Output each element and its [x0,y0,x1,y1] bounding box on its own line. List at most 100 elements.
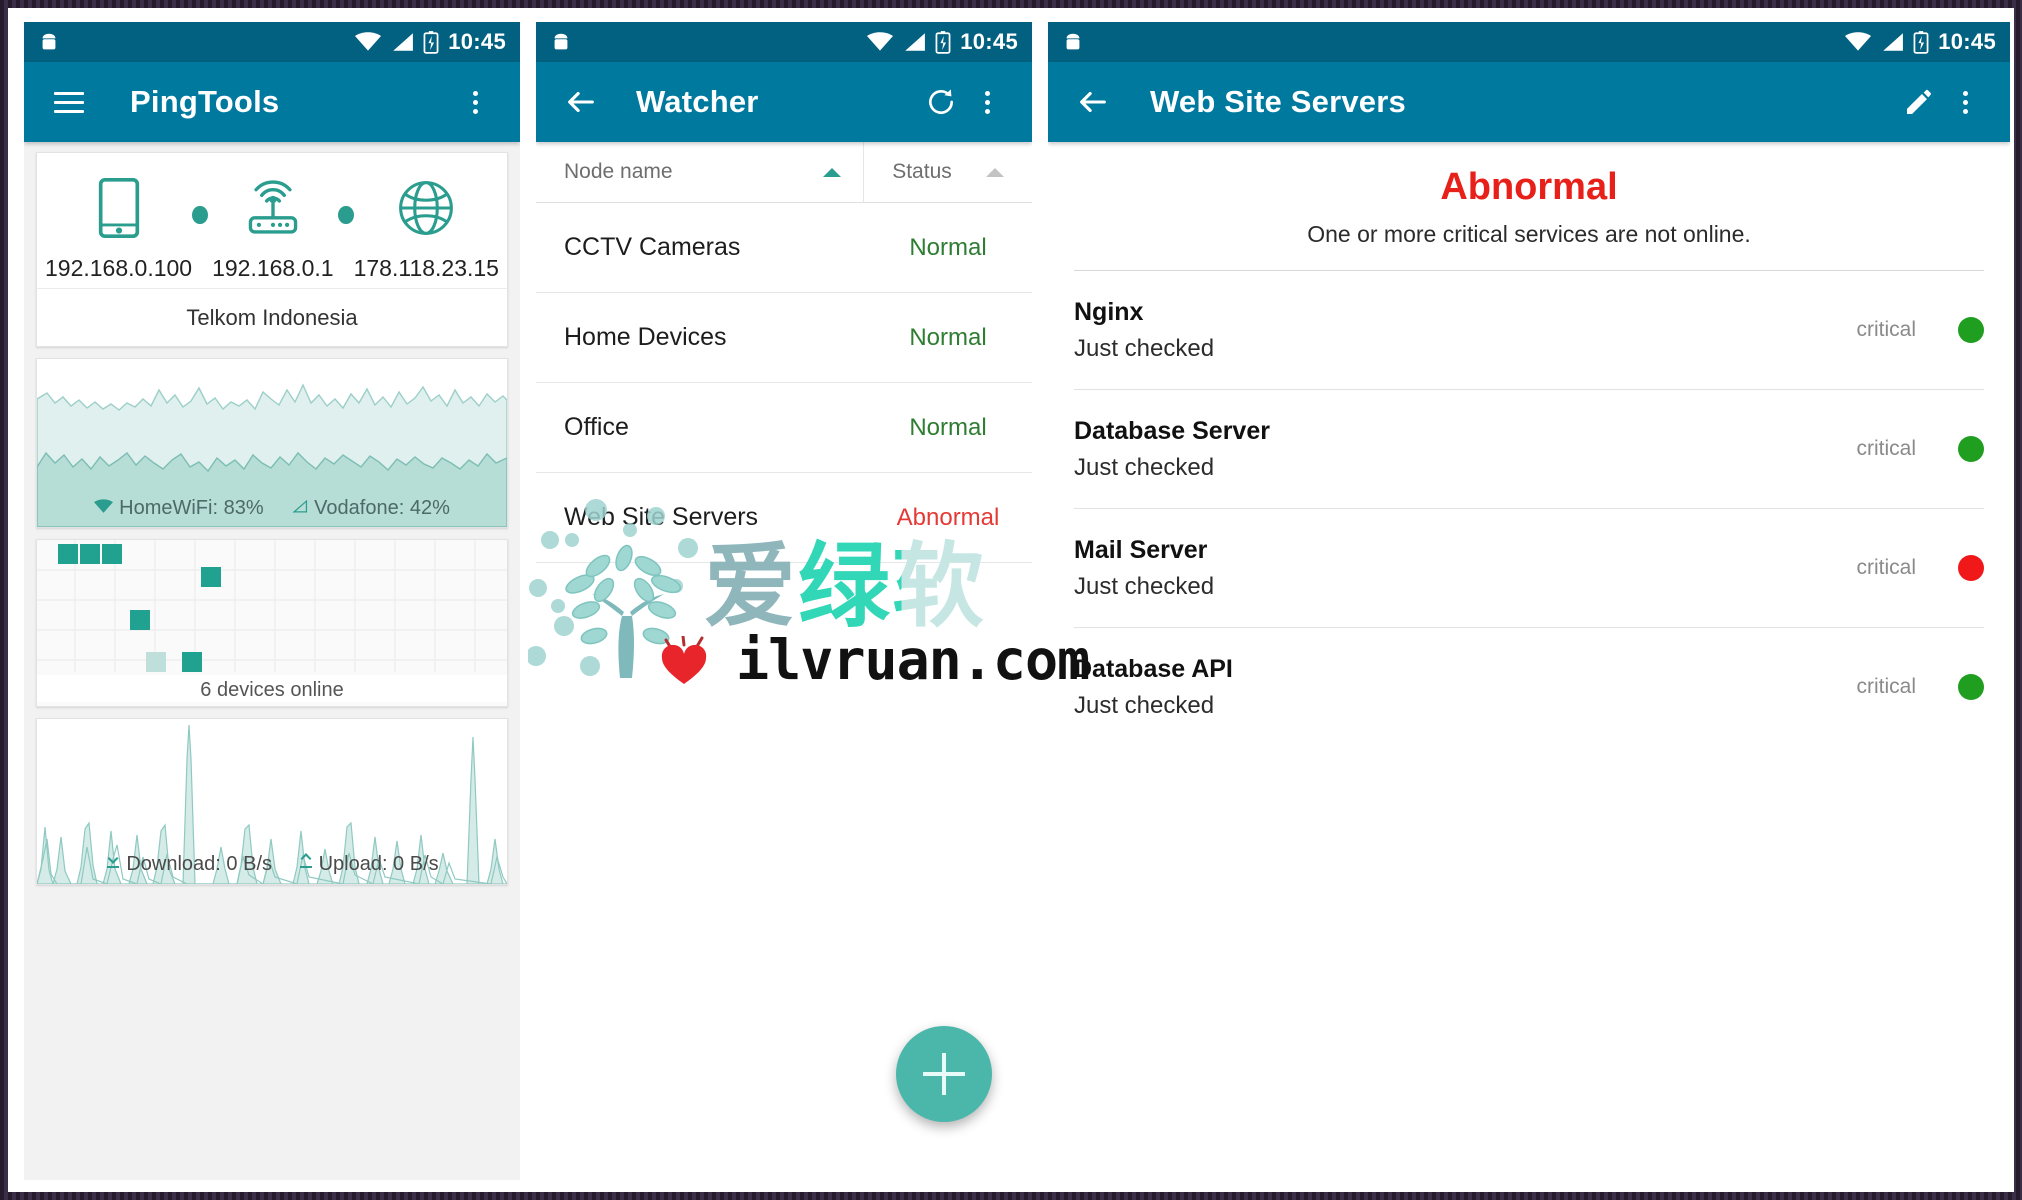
screenshot-stage: 10:45 PingTools 192.168.0.100 192.168.0.… [0,0,2022,1200]
devices-online-caption: 6 devices online [37,675,507,702]
table-row[interactable]: Home Devices Normal [536,293,1032,383]
hops-row: 192.168.0.100 192.168.0.1 178.118.23.15 [37,153,507,288]
router-icon [242,175,304,241]
device-grid-svg [37,540,507,672]
appbar-pingtools: PingTools [24,62,520,142]
kebab-icon[interactable] [964,79,1010,125]
signal-strength-chart[interactable]: HomeWiFi: 83% Vodafone: 42% [36,358,508,528]
website-servers-content: Abnormal One or more critical services a… [1048,142,2010,1180]
hop-router[interactable]: 192.168.0.1 [208,175,338,282]
column-header-node-name[interactable]: Node name [536,160,863,184]
row-status: Normal [909,413,987,441]
hop-device[interactable]: 192.168.0.100 [45,175,192,282]
legend-upload-label: Upload: 0 B/s [318,852,439,875]
panel-pingtools: 10:45 PingTools 192.168.0.100 192.168.0.… [24,22,520,1180]
arrow-back-icon[interactable] [1070,79,1116,125]
service-name: Mail Server [1074,535,1208,564]
cellular-icon [291,497,308,520]
link-dot-2 [337,205,354,224]
battery-icon [1913,30,1929,54]
pencil-icon[interactable] [1896,79,1942,125]
legend-upload: Upload: 0 B/s [298,852,439,876]
row-node-name: Office [564,413,629,441]
wifi-icon [355,32,382,52]
signal-icon [902,32,926,52]
hop-router-label: 192.168.0.1 [212,255,334,281]
status-bar-time: 10:45 [448,29,506,54]
service-list-item[interactable]: Nginx Just checked critical [1074,271,1984,390]
download-icon [105,852,121,876]
status-led-green [1958,674,1984,700]
watcher-content: Node name Status CCTV Cameras Normal Hom… [536,142,1032,1180]
service-severity: critical [1856,318,1916,341]
wifi-icon [1845,32,1872,52]
link-dot-1 [192,205,208,224]
row-node-name: Home Devices [564,323,727,351]
status-summary: Abnormal One or more critical services a… [1048,142,2010,248]
row-status: Normal [909,323,987,351]
service-name: Database API [1074,654,1233,683]
row-status: Normal [909,233,987,261]
row-node-name: CCTV Cameras [564,233,741,261]
legend-download-label: Download: 0 B/s [126,852,272,875]
status-headline: Abnormal [1440,166,1618,208]
add-node-fab[interactable] [896,1026,992,1122]
wifi-icon [867,32,894,52]
wifi-icon [94,497,114,520]
table-row[interactable]: Web Site Servers Abnormal [536,473,1032,563]
kebab-icon[interactable] [1942,79,1988,125]
status-bar-time: 10:45 [960,29,1018,54]
service-name: Nginx [1074,297,1144,326]
service-checked: Just checked [1074,572,1215,600]
canvas: 10:45 PingTools 192.168.0.100 192.168.0.… [8,8,2014,1192]
signal-icon [390,32,414,52]
devices-online-card[interactable]: 6 devices online [36,539,508,707]
kebab-icon[interactable] [452,79,498,125]
status-bar-1: 10:45 [24,22,520,62]
panel-website-servers: 10:45 Web Site Servers Abnormal One or m… [1048,22,2010,1180]
table-row[interactable]: Office Normal [536,383,1032,473]
traffic-chart-card[interactable]: Download: 0 B/s Upload: 0 B/s [36,718,508,885]
hop-internet[interactable]: 178.118.23.15 [354,175,499,282]
service-checked: Just checked [1074,453,1215,481]
service-checked: Just checked [1074,691,1215,719]
status-led-green [1958,436,1984,462]
page-title: Watcher [636,84,759,119]
phone-icon [96,175,142,241]
service-severity: critical [1856,437,1916,460]
battery-icon [423,30,439,54]
legend-cellular-label: Vodafone: 42% [314,497,450,519]
service-checked: Just checked [1074,334,1215,362]
service-severity: critical [1856,675,1916,698]
battery-icon [935,30,951,54]
service-list-item[interactable]: Database Server Just checked critical [1074,390,1984,509]
legend-cellular: Vodafone: 42% [291,497,450,520]
service-name: Database Server [1074,416,1270,445]
column-header-status[interactable]: Status [863,142,1032,202]
row-node-name: Web Site Servers [564,503,759,531]
status-bar-2: 10:45 [536,22,1032,62]
hamburger-icon[interactable] [46,79,92,125]
panel-watcher: 10:45 Watcher Node name Status CCTV Came… [536,22,1032,1180]
table-row[interactable]: CCTV Cameras Normal [536,203,1032,293]
sort-asc-icon [823,167,841,177]
service-list-item[interactable]: Mail Server Just checked critical [1074,509,1984,628]
row-status: Abnormal [896,503,1000,531]
legend-wifi-label: HomeWiFi: 83% [119,497,264,519]
page-title: Web Site Servers [1150,84,1406,119]
network-path-card: 192.168.0.100 192.168.0.1 178.118.23.15 … [36,152,508,347]
traffic-chart-legend: Download: 0 B/s Upload: 0 B/s [37,852,507,876]
android-icon [38,31,60,53]
upload-icon [298,852,314,876]
plus-icon [923,1053,965,1095]
arrow-back-icon[interactable] [558,79,604,125]
service-list-item[interactable]: Database API Just checked critical [1074,628,1984,746]
refresh-icon[interactable] [918,79,964,125]
status-led-green [1958,317,1984,343]
isp-label: Telkom Indonesia [37,288,507,346]
hop-device-label: 192.168.0.100 [45,255,193,281]
legend-download: Download: 0 B/s [105,852,272,876]
hop-internet-label: 178.118.23.15 [353,255,499,281]
legend-wifi: HomeWiFi: 83% [94,497,264,520]
service-severity: critical [1856,556,1916,579]
